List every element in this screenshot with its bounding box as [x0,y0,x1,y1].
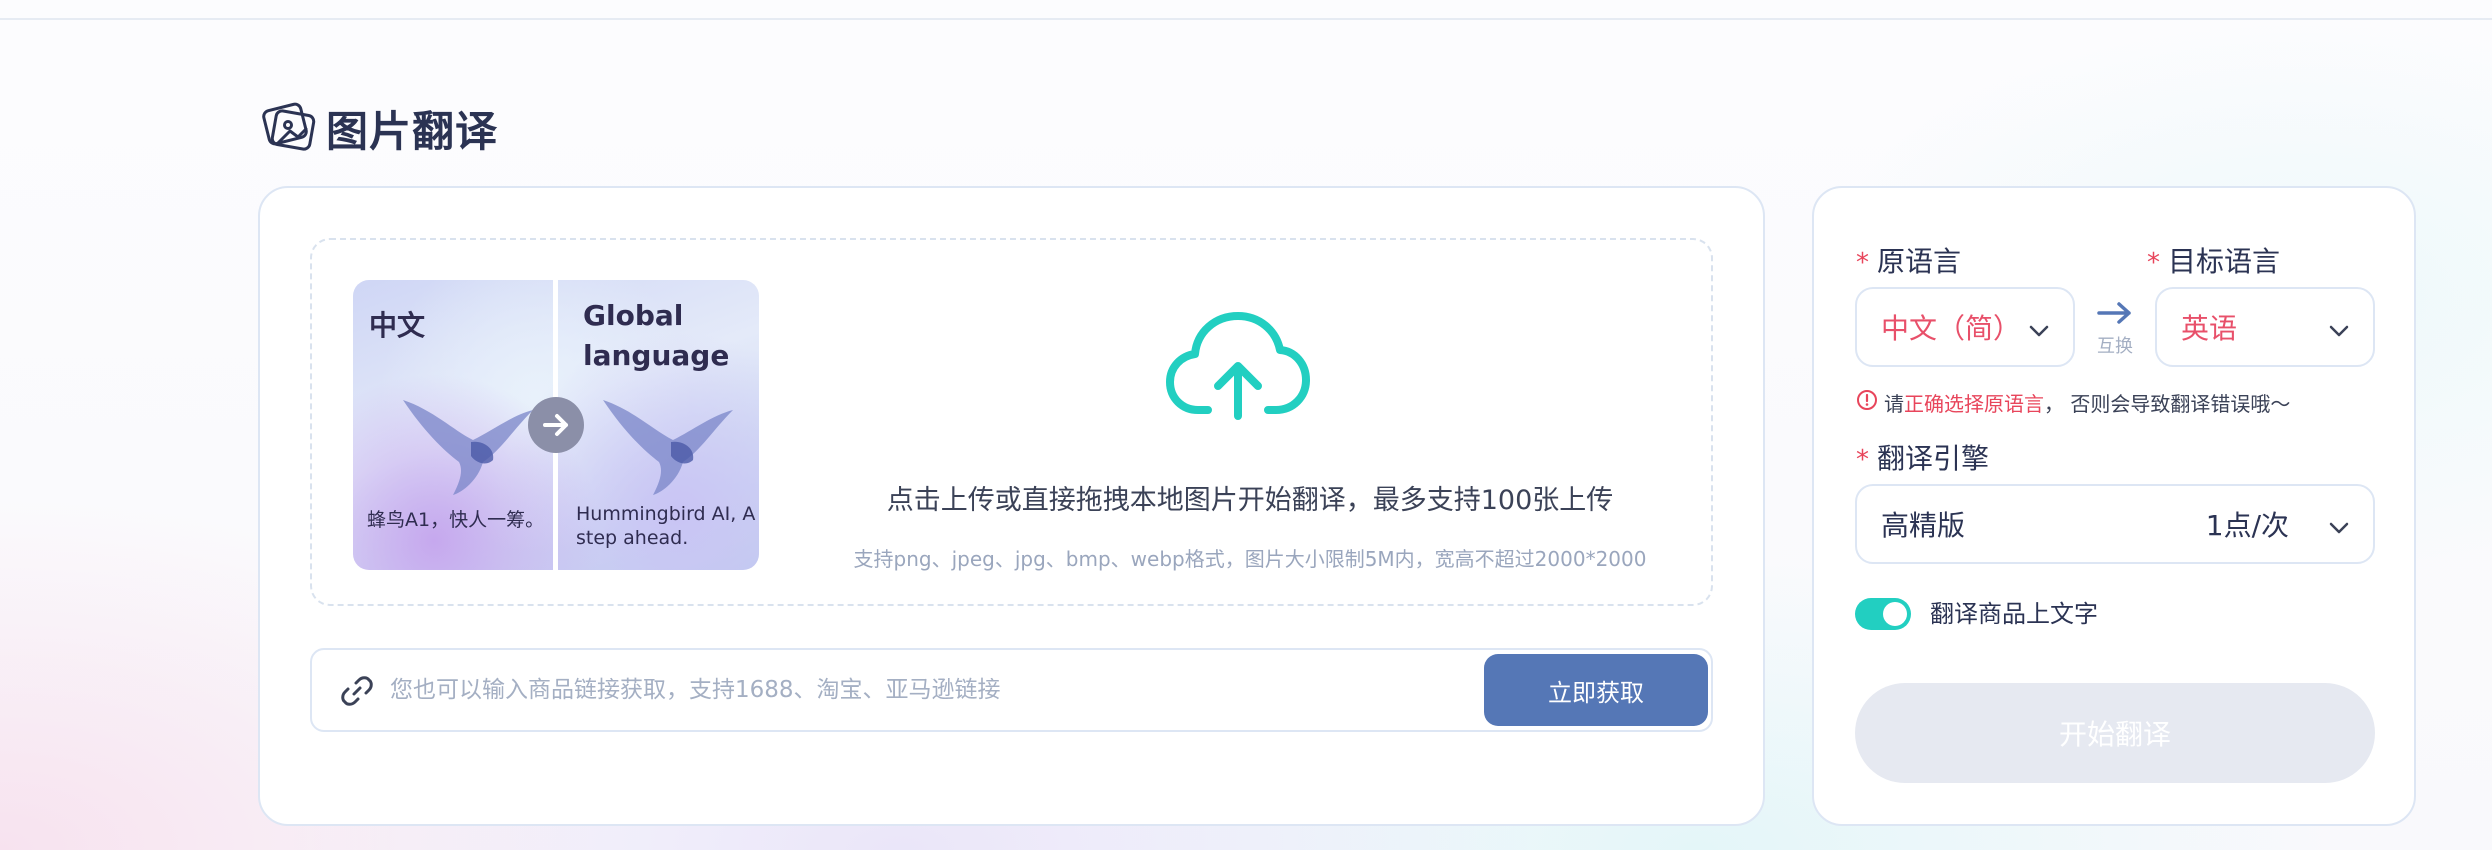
upload-hint: 点击上传或直接拖拽本地图片开始翻译，最多支持100张上传 [886,485,1614,516]
target-language-label: * 目标语言 [2147,245,2281,278]
required-mark: * [1856,248,1869,278]
hummingbird-right-illustration [603,400,733,495]
chevron-down-icon [2329,508,2349,541]
translation-example-image: 中文 Global language 蜂鸟A1，快人一筹。 Hummingbir… [353,280,759,570]
warning-highlight: 正确选择原语言 [1904,392,2044,416]
image-translate-icon [260,97,318,159]
source-language-label: * 原语言 [1856,245,1962,278]
source-language-select[interactable]: 中文（简） [1855,287,2075,367]
language-warning: 请正确选择原语言， 否则会导致翻译错误哦～ [1856,388,2290,417]
upload-format-hint: 支持png、jpeg、jpg、bmp、webp格式，图片大小限制5M内，宽高不超… [853,547,1647,571]
product-link-bar: 立即获取 [310,648,1713,732]
header-divider [0,18,2492,20]
page-title: 图片翻译 [326,106,499,156]
hummingbird-left-illustration [403,400,533,495]
link-icon [340,674,374,712]
chevron-down-icon [2329,311,2349,344]
translate-product-text-toggle[interactable] [1855,598,1911,630]
engine-label: * 翻译引擎 [1856,442,1990,475]
page-header: 图片翻译 [260,100,498,156]
cloud-upload-icon[interactable] [1164,310,1312,426]
engine-cost: 1点/次 [2205,509,2289,542]
toggle-knob [1883,602,1907,626]
translate-product-text-label: 翻译商品上文字 [1930,600,2098,628]
warning-prefix: 请 [1884,392,1904,416]
info-circle-icon [1856,389,1878,416]
swap-languages-button[interactable]: 互换 [2092,300,2138,358]
warning-suffix: ， 否则会导致翻译错误哦～ [2044,392,2291,416]
preview-chinese-label: 中文 [369,309,426,342]
preview-chinese-caption: 蜂鸟A1，快人一筹。 [367,509,545,531]
target-language-select[interactable]: 英语 [2155,287,2375,367]
fetch-now-button[interactable]: 立即获取 [1484,654,1708,726]
arrow-right-icon [528,397,584,453]
target-language-value: 英语 [2181,312,2238,345]
chevron-down-icon [2029,311,2049,344]
required-mark: * [1856,445,1869,475]
required-mark: * [2147,248,2160,278]
swap-label: 互换 [2097,336,2133,357]
product-link-input[interactable] [390,664,1450,716]
swap-arrow-icon [2095,302,2135,330]
preview-english-caption: Hummingbird AI, A step ahead. [576,503,756,549]
engine-value: 高精版 [1881,509,1966,542]
source-language-value: 中文（简） [1881,312,2022,345]
engine-select[interactable]: 高精版 1点/次 [1855,484,2375,564]
preview-english-label: Global language [583,299,730,372]
start-translate-button[interactable]: 开始翻译 [1855,683,2375,783]
